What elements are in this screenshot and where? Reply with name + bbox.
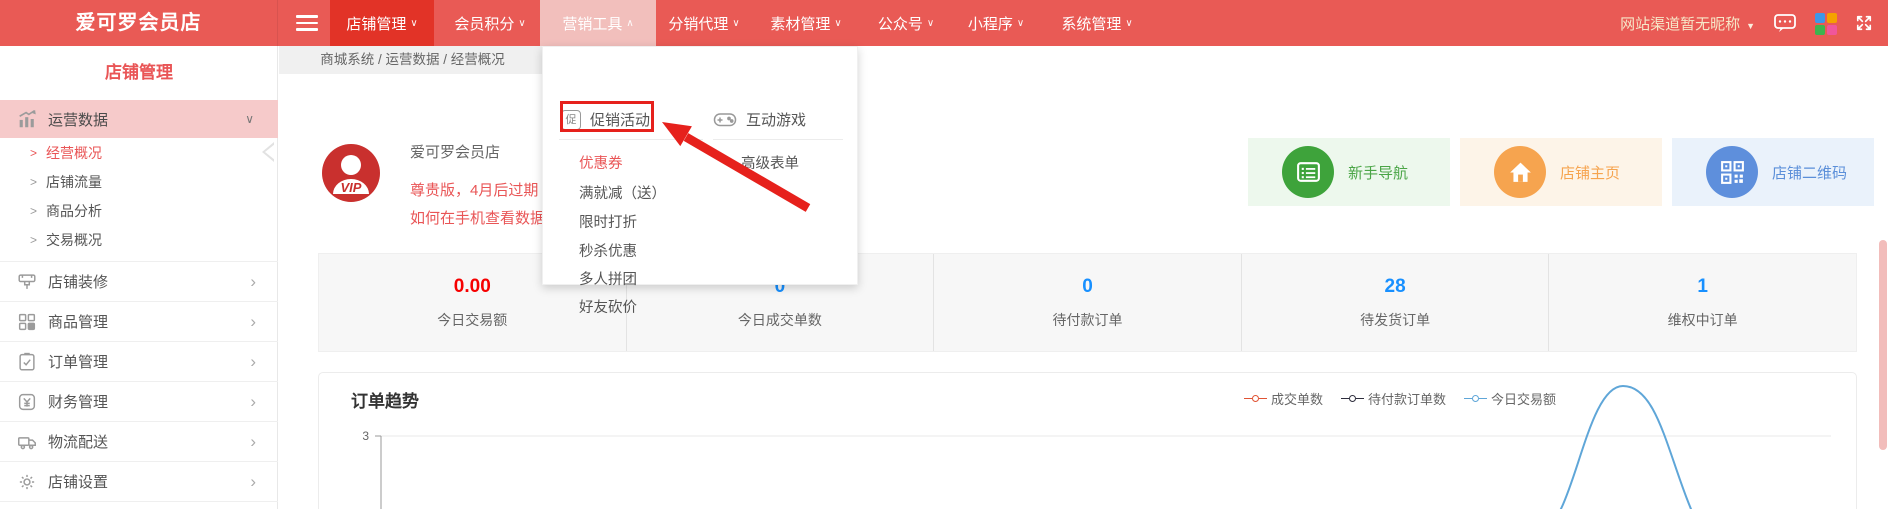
apps-grid-icon[interactable] <box>1815 13 1836 34</box>
nav-member-points[interactable]: 会员积分∨ <box>442 0 538 46</box>
menu-item-limited-time-discount[interactable]: 限时打折 <box>579 212 637 234</box>
stat-value: 0.00 <box>454 276 491 298</box>
topbar: 爱可罗会员店 店铺管理∨ 会员积分∨ 营销工具∧ 分销代理∨ 素材管理∨ 公众号… <box>0 0 1888 46</box>
sidebar-item-finance-management[interactable]: 财务管理 › <box>0 381 278 421</box>
sidebar-subitem-transaction-overview[interactable]: > 交易概况 <box>0 225 278 254</box>
stat-pending-payment: 0 待付款订单 <box>933 254 1241 351</box>
caret-down-icon: ∨ <box>410 18 417 29</box>
sidebar-item-goods-management[interactable]: 商品管理 › <box>0 301 278 341</box>
nav-distribution[interactable]: 分销代理∨ <box>660 0 748 46</box>
sidebar-subitem-shop-traffic[interactable]: > 店铺流量 <box>0 167 278 196</box>
nav-official-account[interactable]: 公众号∨ <box>868 0 944 46</box>
y-axis-tick-label: 3 <box>362 429 369 443</box>
nav-shop-management[interactable]: 店铺管理∨ <box>330 0 434 46</box>
active-item-notch-inner <box>265 144 275 160</box>
chevron-down-icon: ∨ <box>245 112 254 126</box>
sidebar-item-order-management[interactable]: 订单管理 › <box>0 341 278 381</box>
chevron-right-icon: › <box>250 273 256 290</box>
shop-homepage-card[interactable]: 店铺主页 <box>1460 138 1662 206</box>
stat-label: 待发货订单 <box>1360 310 1430 330</box>
vip-badge: VIP <box>341 180 362 195</box>
stat-disputes: 1 维权中订单 <box>1548 254 1856 351</box>
angle-marker: > <box>30 175 37 189</box>
angle-marker: > <box>30 204 37 218</box>
grid-squares-icon <box>16 311 38 333</box>
menu-item-coupon[interactable]: 优惠券 <box>579 153 623 175</box>
nav-mini-program[interactable]: 小程序∨ <box>958 0 1034 46</box>
sidebar-item-logistics[interactable]: 物流配送 › <box>0 421 278 461</box>
caret-down-icon: ∨ <box>1125 18 1132 29</box>
user-channel-dropdown[interactable]: 网站渠道暂无昵称 ▼ <box>1620 13 1755 34</box>
angle-marker: > <box>30 146 37 160</box>
shop-name: 爱可罗会员店 <box>410 141 500 162</box>
yuan-money-icon <box>16 391 38 413</box>
clipboard-check-icon <box>16 351 38 373</box>
nav-system-management[interactable]: 系统管理∨ <box>1052 0 1142 46</box>
sidebar-item-shop-decoration[interactable]: 店铺装修 › <box>0 261 278 301</box>
stat-label: 今日成交单数 <box>738 310 822 330</box>
topbar-right-tools: 网站渠道暂无昵称 ▼ <box>1620 0 1874 46</box>
caret-down-icon: ∨ <box>518 18 525 29</box>
chevron-right-icon: › <box>250 393 256 410</box>
fullscreen-icon[interactable] <box>1854 13 1874 33</box>
home-icon <box>1494 146 1546 198</box>
sidebar: 店铺管理 运营数据 ∨ > 经营概况 > 店铺流量 > <box>0 46 278 509</box>
page-scrollbar-thumb[interactable] <box>1879 240 1887 450</box>
newbie-guide-card[interactable]: 新手导航 <box>1248 138 1450 206</box>
divider <box>0 501 278 502</box>
sidebar-title: 店铺管理 <box>0 46 278 100</box>
stat-value: 28 <box>1385 276 1406 298</box>
user-channel-name: 网站渠道暂无昵称 <box>1620 16 1740 33</box>
chart-trend-icon <box>16 108 38 130</box>
gear-icon <box>16 471 38 493</box>
stat-label: 今日交易额 <box>437 310 507 330</box>
caret-down-icon: ∨ <box>834 18 841 29</box>
order-trend-card: 订单趋势 成交单数 待付款订单数 今日交易额 3 <box>318 372 1857 509</box>
caret-down-icon: ∨ <box>1017 18 1024 29</box>
caret-down-icon: ∨ <box>927 18 934 29</box>
stat-value: 1 <box>1697 276 1708 298</box>
shop-avatar: VIP <box>322 144 380 202</box>
plan-expiry-text: 尊贵版，4月后过期 <box>410 179 538 200</box>
stat-label: 维权中订单 <box>1668 310 1738 330</box>
mobile-data-link[interactable]: 如何在手机查看数据? <box>410 207 553 228</box>
sidebar-subitem-product-analysis[interactable]: > 商品分析 <box>0 196 278 225</box>
shop-qrcode-card[interactable]: 店铺二维码 <box>1672 138 1874 206</box>
angle-marker: > <box>30 233 37 247</box>
app-screen: 爱可罗会员店 店铺管理∨ 会员积分∨ 营销工具∧ 分销代理∨ 素材管理∨ 公众号… <box>0 0 1888 509</box>
guide-list-icon <box>1282 146 1334 198</box>
chevron-right-icon: › <box>250 353 256 370</box>
menu-item-friend-bargain[interactable]: 好友砍价 <box>579 297 637 319</box>
caret-up-icon: ∧ <box>626 18 633 29</box>
sidebar-subitem-business-overview[interactable]: > 经营概况 <box>0 138 278 167</box>
sidebar-item-shop-settings[interactable]: 店铺设置 › <box>0 461 278 501</box>
nav-marketing-tools[interactable]: 营销工具∧ <box>540 0 656 46</box>
sidebar-item-operation-data[interactable]: 运营数据 ∨ <box>0 100 278 138</box>
caret-down-icon: ∨ <box>732 18 739 29</box>
order-trend-chart: 3 <box>319 373 1856 509</box>
truck-icon <box>16 431 38 453</box>
qr-code-icon <box>1706 146 1758 198</box>
chevron-right-icon: › <box>250 473 256 490</box>
nav-material-management[interactable]: 素材管理∨ <box>762 0 850 46</box>
stat-pending-shipment: 28 待发货订单 <box>1241 254 1549 351</box>
hamburger-menu-icon[interactable] <box>296 15 318 31</box>
breadcrumb-row: 商城系统 / 运营数据 / 经营概况 <box>279 46 1888 74</box>
chevron-right-icon: › <box>250 313 256 330</box>
menu-item-flash-sale[interactable]: 秒杀优惠 <box>579 241 637 263</box>
app-logo: 爱可罗会员店 <box>0 0 278 46</box>
annotation-arrow <box>640 104 820 220</box>
menu-item-group-buy[interactable]: 多人拼团 <box>579 269 637 291</box>
caret-down-icon: ▼ <box>1746 21 1755 31</box>
stat-value: 0 <box>1082 276 1093 298</box>
stat-label: 待付款订单 <box>1052 310 1122 330</box>
message-icon[interactable] <box>1773 11 1797 35</box>
revenue-curve <box>1541 386 1701 509</box>
paint-brush-icon <box>16 271 38 293</box>
breadcrumb[interactable]: 商城系统 / 运营数据 / 经营概况 <box>279 46 546 74</box>
chevron-right-icon: › <box>250 433 256 450</box>
